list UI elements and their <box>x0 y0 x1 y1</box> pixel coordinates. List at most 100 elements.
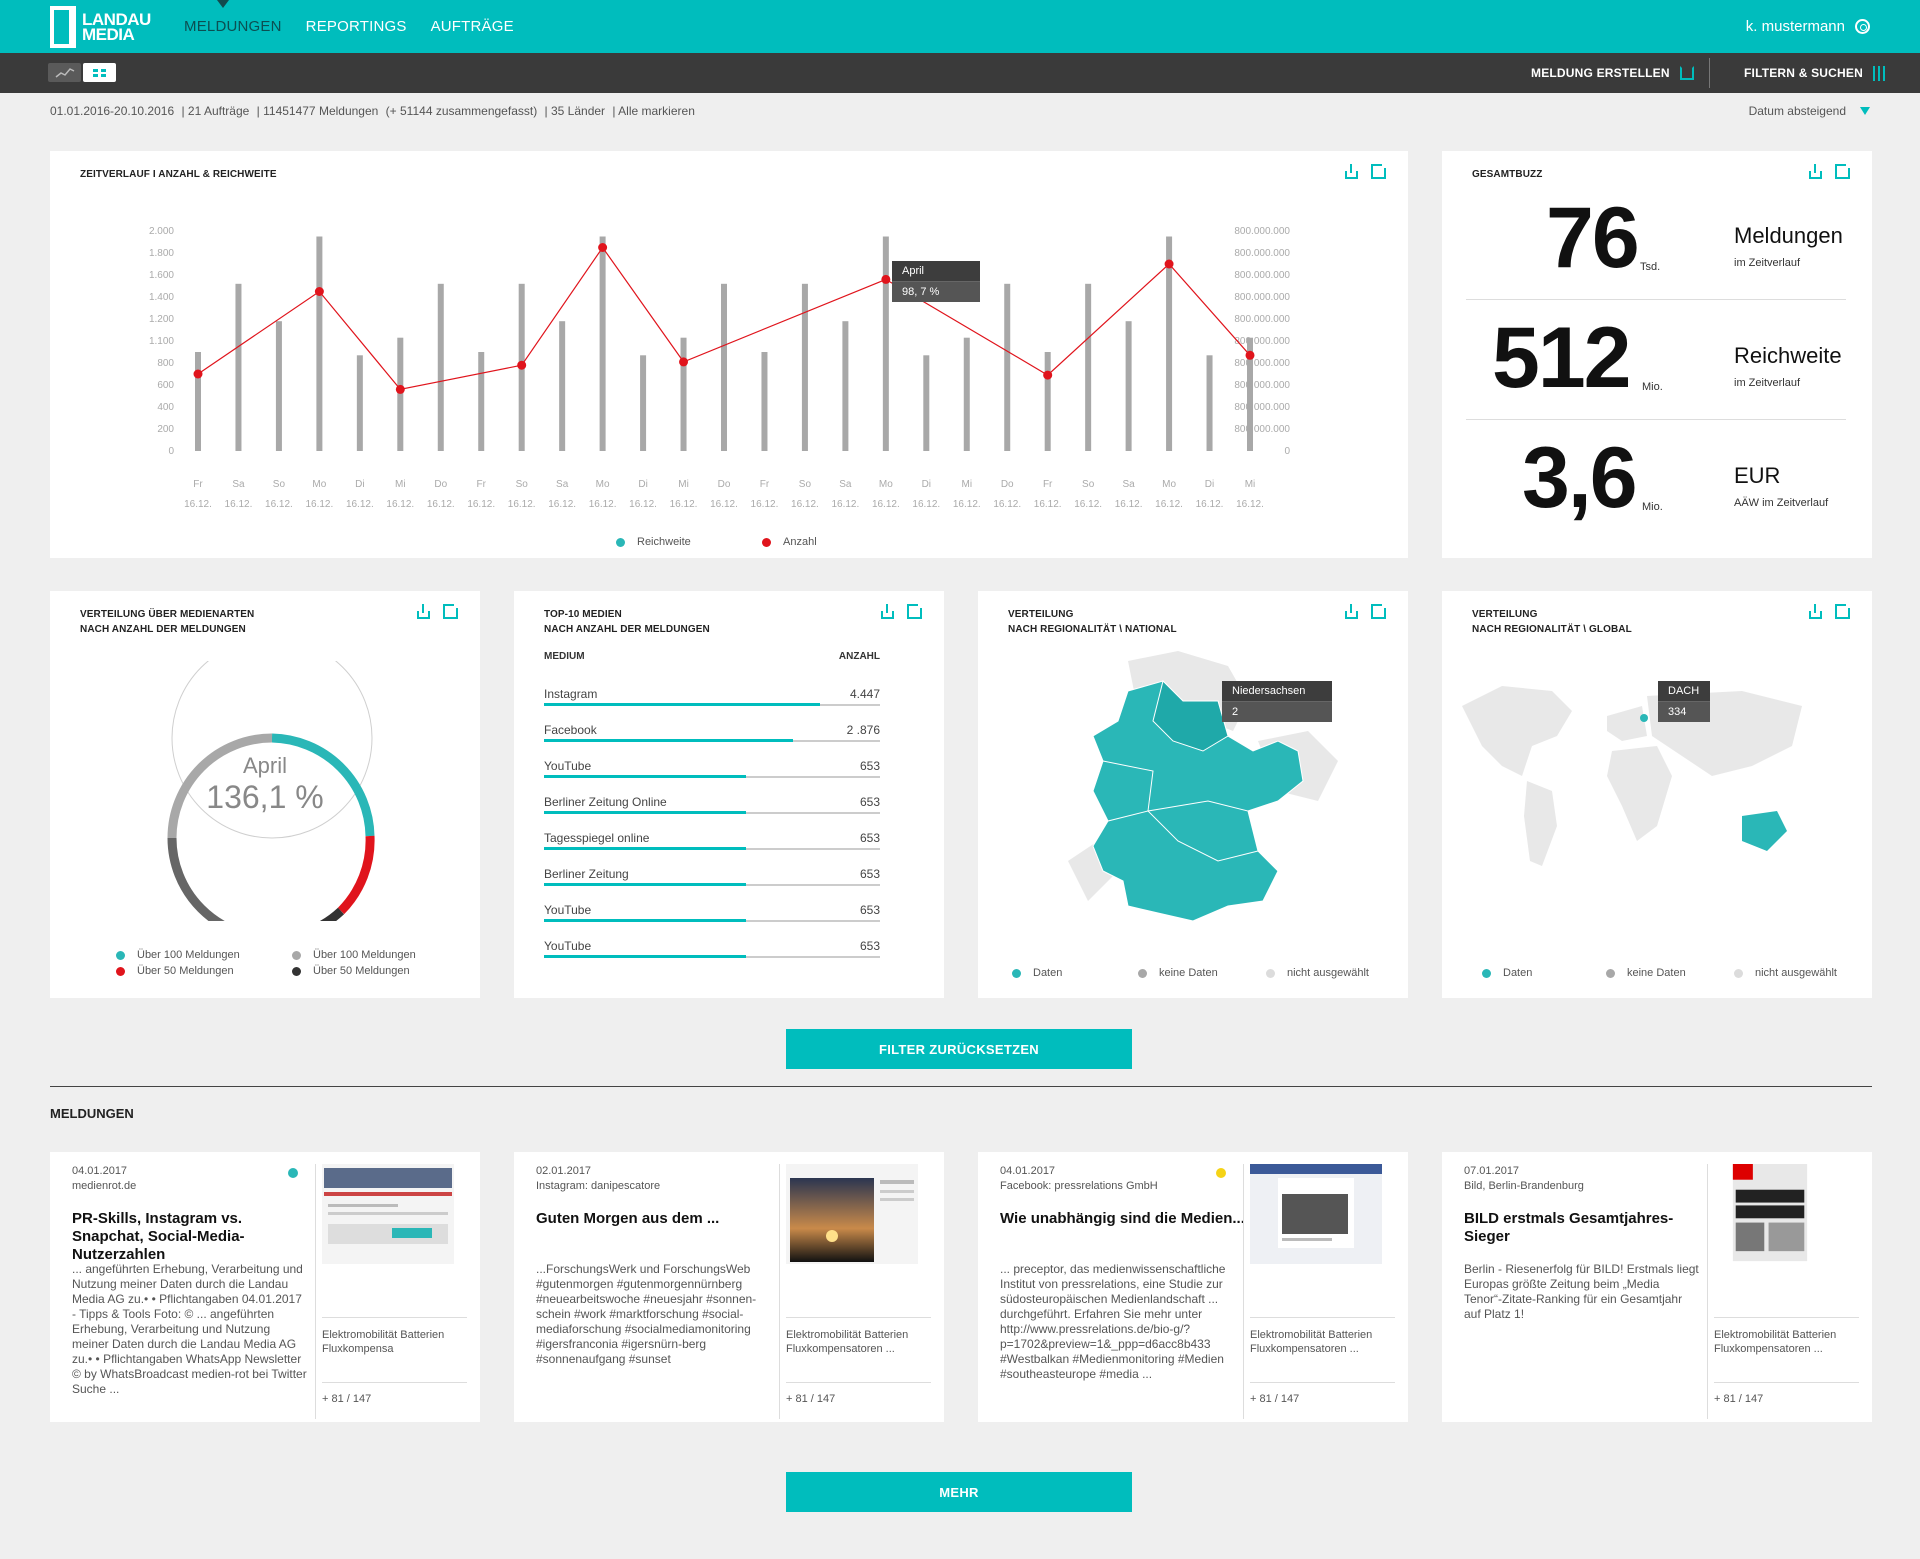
y-tick-label-left: 800 <box>157 358 174 369</box>
australia-region[interactable] <box>1742 811 1787 851</box>
national-subtitle: NACH REGIONALITÄT \ NATIONAL <box>1008 624 1177 635</box>
x-tick-date: 16.12. <box>1196 499 1224 510</box>
news-card[interactable]: 04.01.2017 Facebook: pressrelations GmbH W… <box>978 1152 1408 1422</box>
export-icon[interactable] <box>1835 162 1852 179</box>
news-title[interactable]: PR-Skills, Instagram vs. Snapchat, Socia… <box>72 1210 317 1264</box>
legend-count[interactable]: Anzahl <box>762 536 817 548</box>
news-count[interactable]: + 81 / 147 <box>322 1382 467 1405</box>
download-icon[interactable] <box>1808 604 1823 619</box>
news-count[interactable]: + 81 / 147 <box>1714 1382 1859 1405</box>
legend-item[interactable]: keine Daten <box>1138 967 1218 979</box>
x-tick-weekday: Do <box>434 479 447 490</box>
top10-row[interactable]: Tagesspiegel online 653 <box>544 831 880 867</box>
date-range[interactable]: 01.01.2016-20.10.2016 <box>50 104 174 118</box>
kpi-eur-sub: AÄW im Zeitverlauf <box>1734 497 1829 509</box>
reach-bar <box>721 283 727 451</box>
kpi-reach-sub: im Zeitverlauf <box>1734 377 1801 389</box>
legend-item[interactable]: Über 50 Meldungen <box>292 965 410 977</box>
x-tick-date: 16.12. <box>1236 499 1264 510</box>
nav-meldungen[interactable]: MELDUNGEN <box>184 18 282 35</box>
legend-item[interactable]: Daten <box>1012 967 1062 979</box>
news-date: 04.01.2017 <box>72 1165 128 1177</box>
mark-all-link[interactable]: Alle markieren <box>618 104 695 118</box>
top10-row[interactable]: YouTube 653 <box>544 903 880 939</box>
news-count[interactable]: + 81 / 147 <box>1250 1382 1395 1405</box>
export-icon[interactable] <box>907 602 924 619</box>
load-more-button[interactable]: MEHR <box>786 1472 1132 1512</box>
legend-item[interactable]: nicht ausgewählt <box>1734 967 1837 979</box>
medium-count: 653 <box>859 795 880 809</box>
news-title[interactable]: Wie unabhängig sind die Medien... <box>1000 1210 1245 1228</box>
x-tick-date: 16.12. <box>589 499 617 510</box>
legend-item[interactable]: nicht ausgewählt <box>1266 967 1369 979</box>
dach-marker-icon[interactable] <box>1640 714 1648 722</box>
top10-row[interactable]: Facebook 2 .876 <box>544 723 880 759</box>
kpi-reports-unit: Tsd. <box>1640 261 1661 273</box>
grid-view-button[interactable] <box>83 63 116 82</box>
news-tags[interactable]: Elektromobilität Batterien Fluxkompensat… <box>786 1317 931 1356</box>
news-tags[interactable]: Elektromobilität Batterien Fluxkompensat… <box>1250 1317 1395 1356</box>
nav-auftraege[interactable]: AUFTRÄGE <box>431 18 514 35</box>
x-tick-date: 16.12. <box>346 499 374 510</box>
legend-dot-icon <box>1734 968 1743 978</box>
export-icon[interactable] <box>1835 602 1852 619</box>
news-card[interactable]: 07.01.2017 Bild, Berlin-Brandenburg BILD e… <box>1442 1152 1872 1422</box>
filter-search-button[interactable]: FILTERN & SUCHEN <box>1744 53 1885 93</box>
reports-count: 11451477 Meldungen <box>263 104 379 118</box>
top10-row[interactable]: Berliner Zeitung Online 653 <box>544 795 880 831</box>
news-date: 04.01.2017 <box>1000 1165 1056 1177</box>
top10-row[interactable]: Berliner Zeitung 653 <box>544 867 880 903</box>
global-tooltip-label: DACH <box>1658 681 1710 702</box>
export-icon[interactable] <box>1371 602 1388 619</box>
top10-row[interactable]: Instagram 4.447 <box>544 687 880 723</box>
news-source: medienrot.de <box>72 1180 137 1192</box>
legend-reach[interactable]: Reichweite <box>616 536 691 548</box>
kpi-reach-unit: Mio. <box>1642 381 1663 393</box>
export-icon[interactable] <box>443 602 460 619</box>
legend-dot-icon <box>292 950 301 960</box>
news-tags[interactable]: Elektromobilität Batterien Fluxkompensat… <box>1714 1317 1859 1356</box>
x-tick-weekday: Fr <box>760 479 770 490</box>
legend-item[interactable]: Über 100 Meldungen <box>116 949 240 961</box>
sort-dropdown[interactable]: Datum absteigend <box>1749 104 1870 118</box>
x-tick-weekday: Sa <box>232 479 245 490</box>
nav-reportings[interactable]: REPORTINGS <box>306 18 407 35</box>
toolbar-divider <box>1709 58 1710 88</box>
news-divider <box>315 1164 316 1419</box>
x-tick-date: 16.12. <box>831 499 859 510</box>
gear-icon[interactable] <box>1855 19 1870 34</box>
bar-fill <box>544 883 746 886</box>
download-icon[interactable] <box>1344 604 1359 619</box>
chart-view-button[interactable] <box>48 63 81 82</box>
top10-row[interactable]: YouTube 653 <box>544 939 880 975</box>
user-menu[interactable]: k. mustermann <box>1746 18 1870 35</box>
legend-item[interactable]: Daten <box>1482 967 1532 979</box>
reset-filter-button[interactable]: FILTER ZURÜCKSETZEN <box>786 1029 1132 1069</box>
reach-bar <box>356 355 363 451</box>
germany-region[interactable] <box>1092 760 1154 822</box>
landau-media-logo[interactable]: LANDAU MEDIA <box>50 5 151 49</box>
news-tags[interactable]: Elektromobilität Batterien Fluxkompensa <box>322 1317 467 1356</box>
download-icon[interactable] <box>1808 164 1823 179</box>
count-point <box>1164 259 1174 269</box>
news-card[interactable]: 02.01.2017 Instagram: danipescatore Guten … <box>514 1152 944 1422</box>
news-card[interactable]: 04.01.2017 medienrot.de PR-Skills, Instagr… <box>50 1152 480 1422</box>
download-icon[interactable] <box>880 604 895 619</box>
x-tick-weekday: Sa <box>556 479 569 490</box>
x-tick-weekday: Di <box>1205 479 1214 490</box>
kpi-eur-label: EUR <box>1734 463 1781 488</box>
y-tick-label-left: 200 <box>157 424 174 435</box>
news-title[interactable]: BILD erstmals Gesamtjahres-Sieger <box>1464 1210 1709 1246</box>
top10-row[interactable]: YouTube 653 <box>544 759 880 795</box>
national-tooltip: Niedersachsen 2 <box>1222 681 1332 722</box>
x-tick-weekday: Sa <box>839 479 852 490</box>
download-icon[interactable] <box>416 604 431 619</box>
legend-item[interactable]: Über 100 Meldungen <box>292 949 416 961</box>
news-title[interactable]: Guten Morgen aus dem ... <box>536 1210 781 1228</box>
y-tick-label-left: 600 <box>157 380 174 391</box>
news-count[interactable]: + 81 / 147 <box>786 1382 931 1405</box>
news-excerpt: ... preceptor, das medienwissenschaftlic… <box>1000 1262 1226 1381</box>
create-report-button[interactable]: MELDUNG ERSTELLEN <box>1531 53 1694 93</box>
legend-item[interactable]: Über 50 Meldungen <box>116 965 234 977</box>
legend-item[interactable]: keine Daten <box>1606 967 1686 979</box>
